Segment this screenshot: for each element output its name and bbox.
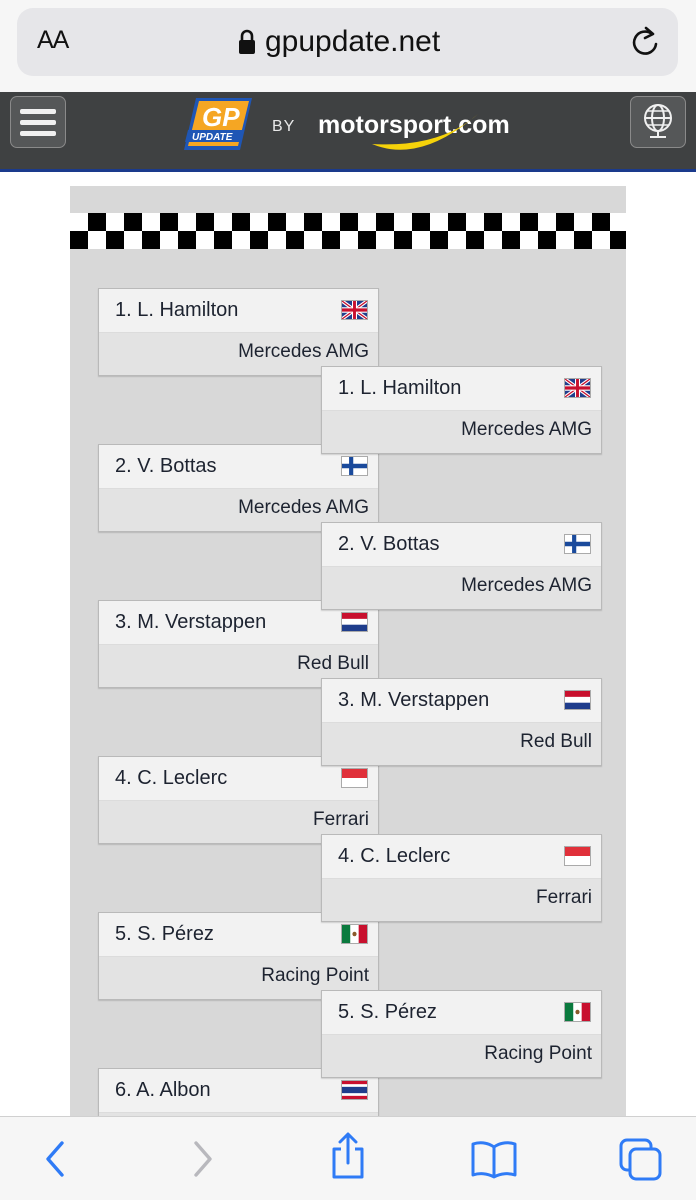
address-bar[interactable]: AA gpupdate.net xyxy=(17,8,678,76)
bracket-card-right-2[interactable]: 2. V. Bottas Mercedes AMG xyxy=(321,522,602,610)
tabs-icon[interactable] xyxy=(618,1137,664,1188)
bracket-card-left-4[interactable]: 4. C. Leclerc Ferrari xyxy=(98,756,379,844)
driver-name: 3. M. Verstappen xyxy=(338,689,490,711)
netherlands-flag-icon xyxy=(341,612,368,632)
driver-name: 2. V. Bottas xyxy=(115,455,217,477)
team-name: Racing Point xyxy=(484,1043,592,1064)
uk-flag-icon xyxy=(341,300,368,320)
driver-name: 1. L. Hamilton xyxy=(115,299,239,321)
bracket-panel: 1. L. Hamilton Mercedes AMG 2. V. Bottas… xyxy=(70,186,626,1156)
motorsport-swoosh-icon xyxy=(372,114,478,150)
uk-flag-icon xyxy=(564,378,591,398)
driver-name: 4. C. Leclerc xyxy=(338,845,451,867)
mexico-flag-icon xyxy=(564,1002,591,1022)
mexico-flag-icon xyxy=(341,924,368,944)
driver-name: 3. M. Verstappen xyxy=(115,611,267,633)
bracket-card-right-3[interactable]: 3. M. Verstappen Red Bull xyxy=(321,678,602,766)
team-name: Red Bull xyxy=(520,731,592,752)
url-text: gpupdate.net xyxy=(265,25,441,58)
forward-icon[interactable] xyxy=(188,1137,218,1186)
share-icon[interactable] xyxy=(328,1131,368,1186)
monaco-flag-icon xyxy=(564,846,591,866)
team-name: Mercedes AMG xyxy=(238,341,369,362)
gpupdate-logo[interactable]: GP UPDATE xyxy=(182,96,254,157)
driver-name: 4. C. Leclerc xyxy=(115,767,228,789)
url-display[interactable]: gpupdate.net xyxy=(237,24,440,60)
team-name: Ferrari xyxy=(536,887,592,908)
driver-name: 6. A. Albon xyxy=(115,1079,211,1101)
site-header: GP UPDATE BY motorsport.com xyxy=(0,92,696,172)
team-name: Racing Point xyxy=(261,965,369,986)
thailand-flag-icon xyxy=(341,1080,368,1100)
checkered-flag-banner xyxy=(70,213,626,249)
monaco-flag-icon xyxy=(341,768,368,788)
bracket-card-left-3[interactable]: 3. M. Verstappen Red Bull xyxy=(98,600,379,688)
bracket-card-right-5[interactable]: 5. S. Pérez Racing Point xyxy=(321,990,602,1078)
bracket-card-left-5[interactable]: 5. S. Pérez Racing Point xyxy=(98,912,379,1000)
finland-flag-icon xyxy=(341,456,368,476)
globe-icon[interactable] xyxy=(630,96,686,148)
browser-address-area: AA gpupdate.net xyxy=(0,0,696,92)
driver-name: 5. S. Pérez xyxy=(338,1001,437,1023)
bracket-card-right-4[interactable]: 4. C. Leclerc Ferrari xyxy=(321,834,602,922)
team-name: Red Bull xyxy=(297,653,369,674)
team-name: Mercedes AMG xyxy=(238,497,369,518)
bracket-card-left-1[interactable]: 1. L. Hamilton Mercedes AMG xyxy=(98,288,379,376)
driver-name: 1. L. Hamilton xyxy=(338,377,462,399)
netherlands-flag-icon xyxy=(564,690,591,710)
driver-name: 5. S. Pérez xyxy=(115,923,214,945)
browser-toolbar xyxy=(0,1116,696,1200)
bookmarks-icon[interactable] xyxy=(470,1139,518,1184)
team-name: Mercedes AMG xyxy=(461,575,592,596)
team-name: Mercedes AMG xyxy=(461,419,592,440)
bracket-card-right-1[interactable]: 1. L. Hamilton Mercedes AMG xyxy=(321,366,602,454)
svg-text:GP: GP xyxy=(202,102,240,132)
bracket-card-left-2[interactable]: 2. V. Bottas Mercedes AMG xyxy=(98,444,379,532)
back-icon[interactable] xyxy=(40,1137,70,1186)
by-label: BY xyxy=(272,118,296,135)
reload-icon[interactable] xyxy=(630,24,660,63)
lock-icon xyxy=(237,27,257,57)
hamburger-menu-button[interactable] xyxy=(10,96,66,148)
svg-text:UPDATE: UPDATE xyxy=(192,132,233,143)
team-name: Ferrari xyxy=(313,809,369,830)
driver-name: 2. V. Bottas xyxy=(338,533,440,555)
text-size-button[interactable]: AA xyxy=(37,26,69,55)
finland-flag-icon xyxy=(564,534,591,554)
